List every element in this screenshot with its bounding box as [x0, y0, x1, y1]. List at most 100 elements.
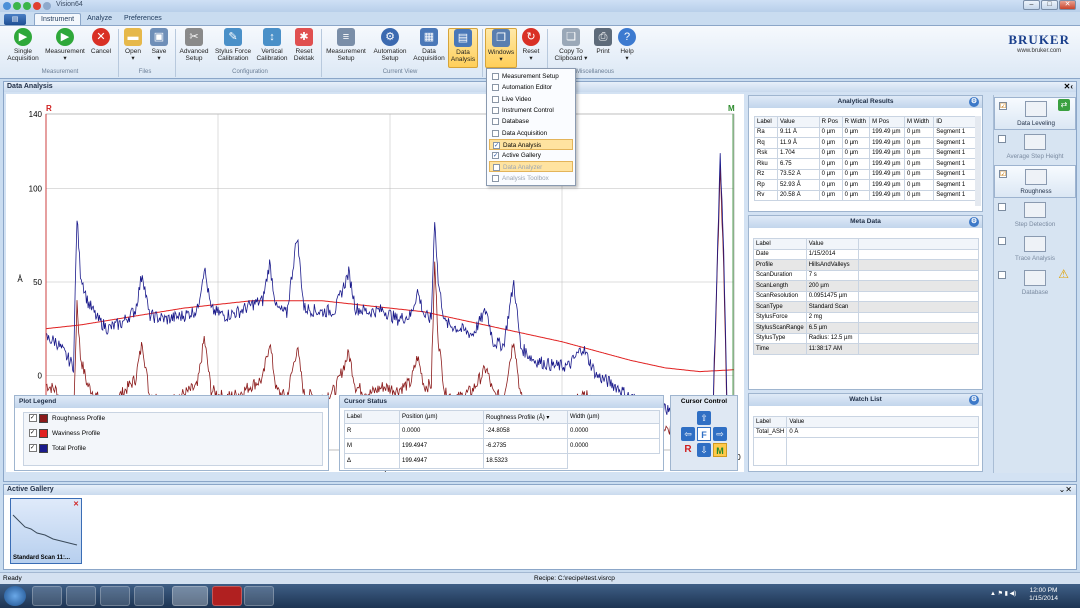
table-row[interactable]: Rq 11.9 Å0 µm 0 µm 199.49 µm 0 µm Segment 1 — [754, 137, 976, 149]
minimize-icon[interactable]: – — [1023, 0, 1040, 10]
measurement-button[interactable]: ▶ Measurement ▾ — [44, 28, 86, 68]
gear-icon[interactable]: ⚙ — [969, 395, 979, 405]
quick-go-icon[interactable] — [23, 2, 31, 10]
reset-button[interactable]: ↻ Reset ▾ — [519, 28, 543, 68]
app-icon[interactable] — [3, 2, 11, 10]
y-axis-label: Å — [17, 275, 23, 284]
sidebar-checkbox[interactable] — [998, 203, 1006, 211]
table-row[interactable]: Rsk 1.704 0 µm 0 µm 199.49 µm 0 µm Segment 1 — [754, 147, 976, 159]
windows-menu-item[interactable]: Automation Editor — [489, 82, 573, 93]
quick-stop-icon[interactable] — [33, 2, 41, 10]
stylus-force-calibration-button[interactable]: ✎ Stylus Force Calibration — [213, 28, 253, 68]
table-cell: Segment 1 — [933, 189, 976, 201]
clock[interactable]: 12:00 PM 1/15/2014 — [1029, 587, 1058, 603]
table-row[interactable]: Rku 6.75 0 µm 0 µm 199.49 µm 0 µm Segment 1 — [754, 158, 976, 170]
column-header-roughness-profile[interactable]: Roughness Profile (Å) ▾ — [483, 410, 568, 424]
table-row[interactable]: Rv 20.58 Å0 µm 0 µm 199.49 µm 0 µm Segment 1 — [754, 189, 976, 201]
reset-dektak-button[interactable]: ✱ Reset Dektak — [291, 28, 317, 68]
windows-menu-item[interactable]: Instrument Control — [489, 105, 573, 116]
windows-menu-item[interactable]: Live Video — [489, 94, 573, 105]
sidebar-item[interactable]: Trace Analysis — [994, 233, 1076, 266]
sidebar-item[interactable]: ☑ Roughness — [994, 165, 1076, 198]
legend-checkbox[interactable]: ✓ — [29, 444, 37, 452]
windows-menu-item[interactable]: Database — [489, 116, 573, 127]
tab-preferences[interactable]: Preferences — [118, 13, 168, 25]
single-acquisition-button[interactable]: ▶ Single Acquisition — [6, 28, 40, 68]
table-cell: 0 µm — [841, 137, 871, 149]
sidebar-checkbox[interactable]: ☑ — [999, 170, 1007, 178]
sidebar-item[interactable]: Step Detection — [994, 199, 1076, 232]
maximize-icon[interactable]: □ — [1041, 0, 1058, 10]
table-row[interactable]: Rz 73.52 Å0 µm 0 µm 199.49 µm 0 µm Segment 1 — [754, 168, 976, 180]
windows-menu-button[interactable]: ❐ Windows ▾ — [485, 28, 517, 68]
table-cell: 0 µm — [903, 189, 935, 201]
taskbar-app-icon[interactable] — [244, 586, 274, 606]
quick-menu-icon[interactable] — [43, 2, 51, 10]
windows-menu-item[interactable]: ✓ Active Gallery — [489, 150, 573, 161]
windows-menu-item[interactable]: ✓ Data Analysis — [489, 138, 573, 150]
start-button[interactable] — [4, 586, 26, 606]
quick-run-icon[interactable] — [13, 2, 21, 10]
table-cell: Δ — [344, 453, 400, 469]
taskbar-app-icon[interactable] — [134, 586, 164, 606]
gallery-thumbnail[interactable]: ✕ Standard Scan 11:... — [10, 498, 82, 564]
legend-checkbox[interactable]: ✓ — [29, 429, 37, 437]
cursor-fit-button[interactable]: F — [697, 427, 711, 441]
cursor-up-button[interactable]: ⇧ — [697, 411, 711, 425]
data-acquisition-button[interactable]: ▦ Data Acquisition — [412, 28, 446, 68]
copy-to-clipboard-button[interactable]: ❏ Copy To Clipboard ▾ — [552, 28, 590, 68]
table-row[interactable]: Rp 52.93 Å0 µm 0 µm 199.49 µm 0 µm Segment 1 — [754, 179, 976, 191]
table-row[interactable]: Ra 9.11 Å0 µm 0 µm 199.49 µm 0 µm Segment 1 — [754, 126, 976, 138]
sidebar-item[interactable]: Average Step Height — [994, 131, 1076, 164]
analysis-tool-icon — [1024, 202, 1046, 218]
open-button[interactable]: ▬ Open ▾ — [121, 28, 145, 68]
windows-menu-item[interactable]: Data Analyzer — [489, 161, 573, 173]
remove-thumbnail-icon[interactable]: ✕ — [73, 500, 79, 508]
scrollbar[interactable] — [975, 116, 981, 206]
column-header-label: Label — [753, 238, 807, 250]
tab-instrument[interactable]: Instrument — [34, 13, 82, 25]
cancel-button[interactable]: ✕ Cancel — [88, 28, 114, 68]
application-menu-button[interactable]: ▤ — [4, 14, 26, 25]
cursor-down-button[interactable]: ⇩ — [697, 443, 711, 457]
close-icon[interactable]: ✕ — [1059, 0, 1076, 10]
table-cell: 0 µm — [903, 168, 935, 180]
pdf-taskbar-icon[interactable] — [212, 586, 242, 606]
collapse-panel-icon[interactable]: ✕‹ — [1064, 82, 1073, 91]
table-cell: Segment 1 — [933, 126, 976, 138]
sidebar-checkbox[interactable] — [998, 271, 1006, 279]
gear-icon[interactable]: ⚙ — [969, 97, 979, 107]
print-button[interactable]: ⎙ Print — [592, 28, 614, 68]
sidebar-checkbox[interactable] — [998, 237, 1006, 245]
sidebar-checkbox[interactable]: ☑ — [999, 102, 1007, 110]
automation-setup-button[interactable]: ⚙ Automation Setup — [370, 28, 410, 68]
explorer-taskbar-icon[interactable] — [32, 586, 62, 606]
taskbar-app-icon[interactable] — [66, 586, 96, 606]
cursor-left-button[interactable]: ⇦ — [681, 427, 695, 441]
help-button[interactable]: ? Help ▾ — [616, 28, 638, 68]
legend-checkbox[interactable]: ✓ — [29, 414, 37, 422]
windows-menu-item[interactable]: Analysis Toolbox — [489, 173, 573, 184]
cursor-m-select[interactable]: M — [713, 443, 727, 457]
plot-legend-title: Plot Legend — [15, 396, 328, 408]
gear-icon[interactable]: ⚙ — [969, 217, 979, 227]
collapse-gallery-icon[interactable]: ⌄✕ — [1059, 485, 1072, 494]
windows-menu-item[interactable]: Data Acquisition — [489, 128, 573, 139]
cursor-r-select[interactable]: R — [681, 443, 695, 457]
table-cell: 0 µm — [903, 137, 935, 149]
table-cell: 0.0000 — [567, 423, 660, 439]
sidebar-checkbox[interactable] — [998, 135, 1006, 143]
table-row: ScanLength 200 µm — [753, 280, 980, 292]
measurement-setup-button[interactable]: ≡ Measurement Setup — [324, 28, 368, 68]
vertical-calibration-button[interactable]: ↕ Vertical Calibration — [255, 28, 289, 68]
windows-menu-item[interactable]: Measurement Setup — [489, 71, 573, 82]
save-button[interactable]: ▣ Save ▾ — [147, 28, 171, 68]
taskbar-app-icon[interactable] — [100, 586, 130, 606]
refresh-icon[interactable]: ⇄ — [1058, 99, 1070, 111]
tab-analyze[interactable]: Analyze — [81, 13, 118, 25]
advanced-setup-button[interactable]: ✂ Advanced Setup — [177, 28, 211, 68]
vision64-taskbar-icon[interactable] — [172, 586, 208, 606]
tray-icons[interactable]: ▲ ⚑ ▮ ◀) — [990, 590, 1016, 597]
data-analysis-button[interactable]: ▤ Data Analysis — [448, 28, 478, 68]
cursor-right-button[interactable]: ⇨ — [713, 427, 727, 441]
